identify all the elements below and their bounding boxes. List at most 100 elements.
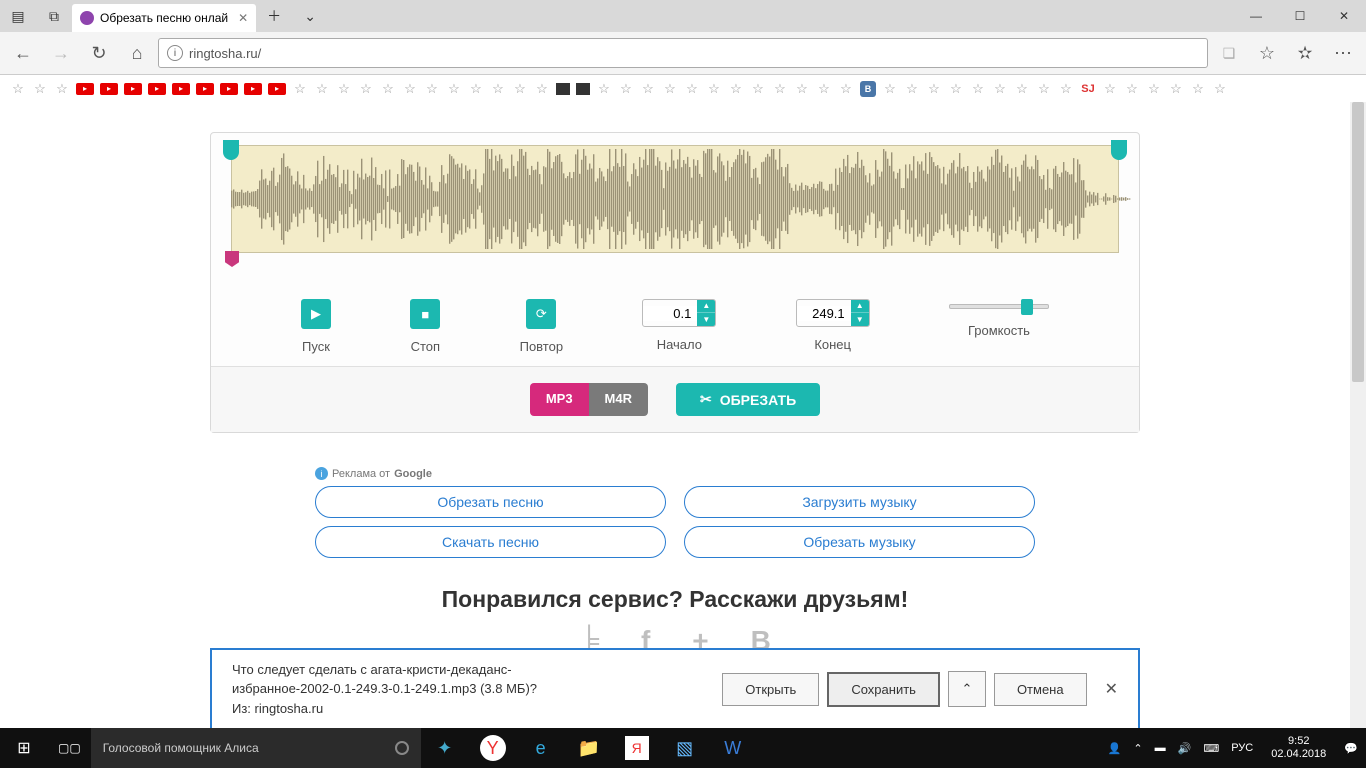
- bookmark-sj-icon[interactable]: SJ: [1080, 81, 1096, 97]
- bookmark-youtube-icon[interactable]: ▸: [172, 83, 190, 95]
- bookmark-star-icon[interactable]: ☆: [882, 81, 898, 97]
- close-tab-icon[interactable]: ✕: [238, 11, 248, 25]
- trim-handle-end[interactable]: [1111, 140, 1127, 160]
- site-info-icon[interactable]: i: [167, 45, 183, 61]
- home-button[interactable]: ⌂: [120, 36, 154, 70]
- bookmark-box-icon[interactable]: [556, 83, 570, 95]
- bookmark-youtube-icon[interactable]: ▸: [220, 83, 238, 95]
- end-time-input[interactable]: ▲▼: [796, 299, 870, 327]
- taskbar-search[interactable]: Голосовой помощник Алиса: [91, 728, 421, 768]
- format-mp3[interactable]: MP3: [530, 383, 589, 416]
- bookmark-star-icon[interactable]: ☆: [512, 81, 528, 97]
- address-bar[interactable]: i ringtosha.ru/: [158, 38, 1208, 68]
- start-up-icon[interactable]: ▲: [697, 299, 715, 313]
- bookmark-star-icon[interactable]: ☆: [684, 81, 700, 97]
- trim-handle-start[interactable]: [223, 140, 239, 160]
- download-close-icon[interactable]: ✕: [1105, 679, 1118, 699]
- favorites-bar-icon[interactable]: ✫: [1288, 36, 1322, 70]
- bookmark-youtube-icon[interactable]: ▸: [196, 83, 214, 95]
- reading-view-icon[interactable]: ❏: [1212, 36, 1246, 70]
- bookmark-star-icon[interactable]: ☆: [32, 81, 48, 97]
- bookmark-star-icon[interactable]: ☆: [794, 81, 810, 97]
- bookmark-star-icon[interactable]: ☆: [948, 81, 964, 97]
- taskbar-clock[interactable]: 9:52 02.04.2018: [1265, 735, 1332, 761]
- start-button[interactable]: ⊞: [0, 728, 48, 768]
- close-window-button[interactable]: ✕: [1322, 0, 1366, 32]
- taskbar-app-1[interactable]: ✦: [421, 728, 469, 768]
- mic-icon[interactable]: [395, 741, 409, 755]
- tray-chevron-icon[interactable]: ⌃: [1133, 742, 1142, 755]
- bookmark-star-icon[interactable]: ☆: [772, 81, 788, 97]
- volume-knob[interactable]: [1021, 299, 1033, 315]
- scrollbar-thumb[interactable]: [1352, 102, 1364, 382]
- download-cancel-button[interactable]: Отмена: [994, 673, 1087, 706]
- ad-link-cut-music[interactable]: Обрезать музыку: [684, 526, 1035, 558]
- tray-keyboard-icon[interactable]: ⌨: [1203, 742, 1219, 755]
- waveform-container[interactable]: [223, 145, 1127, 275]
- bookmark-star-icon[interactable]: ☆: [424, 81, 440, 97]
- repeat-button[interactable]: ⟳: [526, 299, 556, 329]
- taskbar-app-ya[interactable]: Я: [625, 736, 649, 760]
- ad-link-cut-song[interactable]: Обрезать песню: [315, 486, 666, 518]
- hub-icon[interactable]: ▤: [0, 0, 36, 32]
- bookmark-star-icon[interactable]: ☆: [926, 81, 942, 97]
- favorite-icon[interactable]: ☆: [1250, 36, 1284, 70]
- bookmark-star-icon[interactable]: ☆: [336, 81, 352, 97]
- bookmark-star-icon[interactable]: ☆: [596, 81, 612, 97]
- taskbar-app-word[interactable]: W: [709, 728, 757, 768]
- tray-volume-icon[interactable]: 🔊: [1178, 742, 1192, 755]
- bookmark-star-icon[interactable]: ☆: [618, 81, 634, 97]
- bookmark-star-icon[interactable]: ☆: [1036, 81, 1052, 97]
- back-button[interactable]: ←: [6, 36, 40, 70]
- start-time-field[interactable]: [643, 306, 697, 321]
- volume-slider[interactable]: [949, 299, 1049, 313]
- taskbar-app-explorer[interactable]: 📁: [565, 728, 613, 768]
- download-open-button[interactable]: Открыть: [722, 673, 819, 706]
- bookmark-star-icon[interactable]: ☆: [838, 81, 854, 97]
- bookmark-star-icon[interactable]: ☆: [54, 81, 70, 97]
- bookmark-vk-icon[interactable]: B: [860, 81, 876, 97]
- bookmark-youtube-icon[interactable]: ▸: [148, 83, 166, 95]
- start-time-input[interactable]: ▲▼: [642, 299, 716, 327]
- bookmark-star-icon[interactable]: ☆: [662, 81, 678, 97]
- ad-link-upload-music[interactable]: Загрузить музыку: [684, 486, 1035, 518]
- bookmark-star-icon[interactable]: ☆: [1146, 81, 1162, 97]
- bookmark-star-icon[interactable]: ☆: [706, 81, 722, 97]
- bookmark-youtube-icon[interactable]: ▸: [100, 83, 118, 95]
- new-tab-icon[interactable]: ＋: [256, 0, 292, 32]
- bookmark-star-icon[interactable]: ☆: [10, 81, 26, 97]
- bookmark-star-icon[interactable]: ☆: [1212, 81, 1228, 97]
- forward-button[interactable]: →: [44, 36, 78, 70]
- more-icon[interactable]: ⋯: [1326, 36, 1360, 70]
- end-time-field[interactable]: [797, 306, 851, 321]
- taskbar-app-paint[interactable]: ▧: [661, 728, 709, 768]
- bookmark-star-icon[interactable]: ☆: [728, 81, 744, 97]
- minimize-button[interactable]: —: [1234, 0, 1278, 32]
- cut-button[interactable]: ✂ ОБРЕЗАТЬ: [676, 383, 820, 416]
- bookmark-star-icon[interactable]: ☆: [1124, 81, 1140, 97]
- bookmark-star-icon[interactable]: ☆: [1058, 81, 1074, 97]
- bookmark-star-icon[interactable]: ☆: [468, 81, 484, 97]
- bookmark-star-icon[interactable]: ☆: [1190, 81, 1206, 97]
- refresh-button[interactable]: ↻: [82, 36, 116, 70]
- tray-notifications-icon[interactable]: 💬: [1344, 742, 1358, 755]
- bookmark-star-icon[interactable]: ☆: [1168, 81, 1184, 97]
- tray-language[interactable]: РУС: [1231, 742, 1253, 754]
- bookmark-star-icon[interactable]: ☆: [490, 81, 506, 97]
- bookmark-star-icon[interactable]: ☆: [1102, 81, 1118, 97]
- tabs-dropdown-icon[interactable]: ⌄: [292, 0, 328, 32]
- hub-icon-2[interactable]: ⧉: [36, 0, 72, 32]
- bookmark-youtube-icon[interactable]: ▸: [124, 83, 142, 95]
- end-up-icon[interactable]: ▲: [851, 299, 869, 313]
- bookmark-star-icon[interactable]: ☆: [750, 81, 766, 97]
- scrollbar[interactable]: [1350, 102, 1366, 728]
- bookmark-youtube-icon[interactable]: ▸: [244, 83, 262, 95]
- bookmark-star-icon[interactable]: ☆: [640, 81, 656, 97]
- task-view-icon[interactable]: ▢▢: [48, 728, 91, 768]
- tray-people-icon[interactable]: 👤: [1108, 742, 1122, 755]
- format-m4r[interactable]: M4R: [589, 383, 648, 416]
- bookmark-box-icon[interactable]: [576, 83, 590, 95]
- bookmark-star-icon[interactable]: ☆: [402, 81, 418, 97]
- bookmark-star-icon[interactable]: ☆: [534, 81, 550, 97]
- bookmark-youtube-icon[interactable]: ▸: [76, 83, 94, 95]
